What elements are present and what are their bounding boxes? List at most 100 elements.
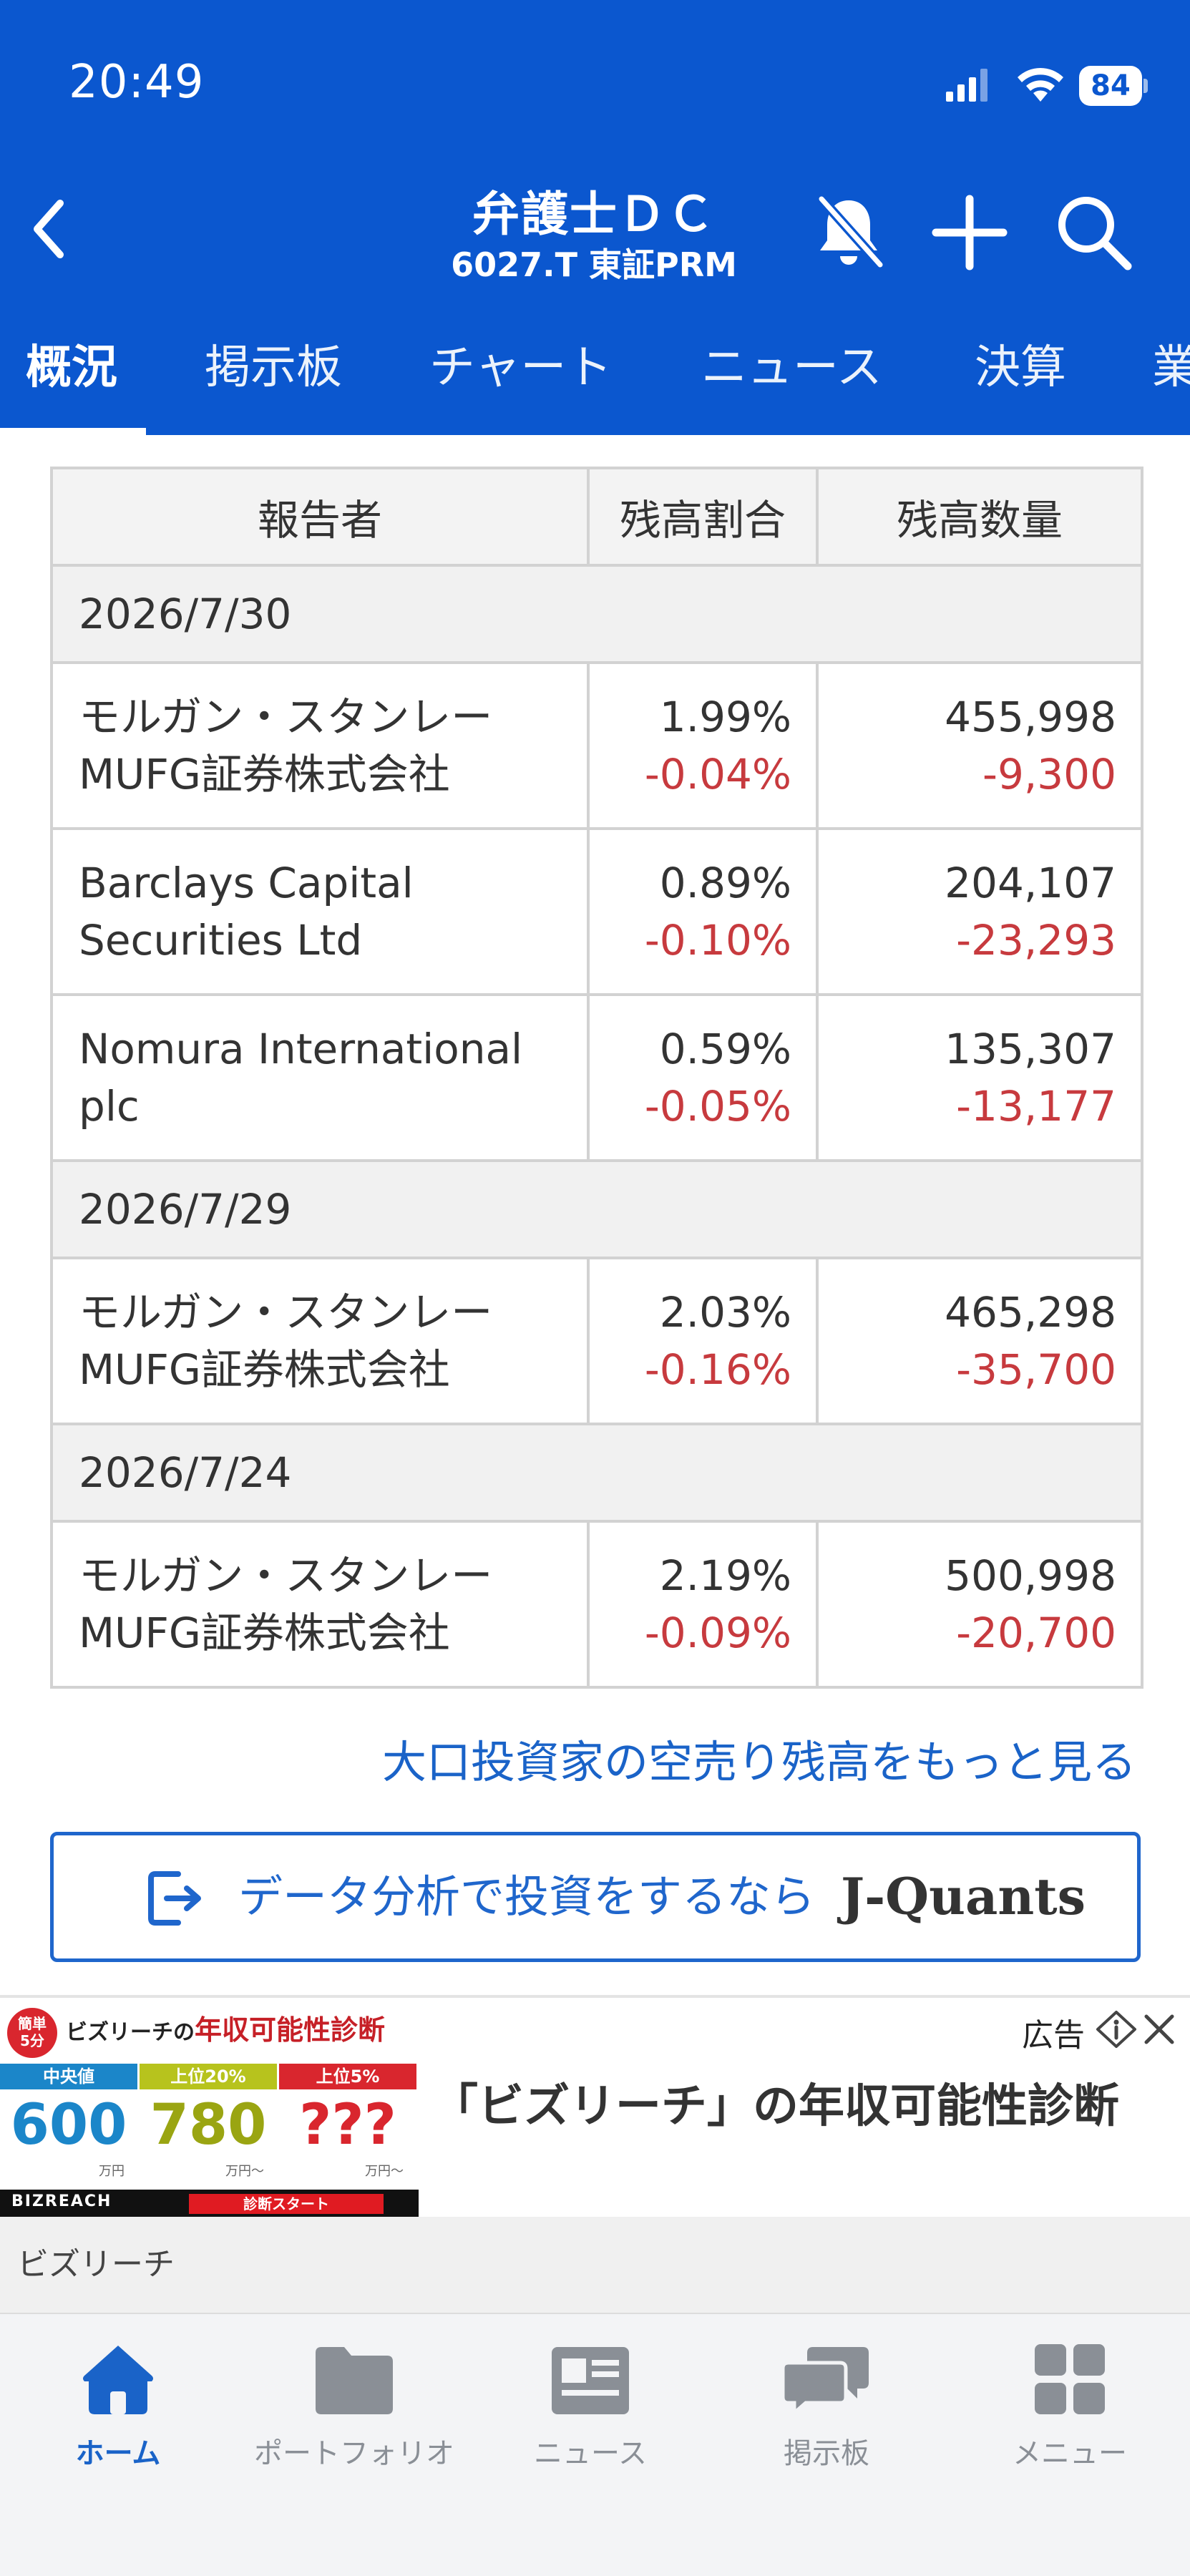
nav-portfolio[interactable]: ポートフォリオ bbox=[236, 2340, 472, 2483]
group-date: 2026/7/30 bbox=[50, 564, 1143, 664]
cellular-signal-icon bbox=[946, 69, 987, 102]
ad-image-title: ビズリーチの年収可能性診断 bbox=[66, 2008, 385, 2047]
tab-board[interactable]: 掲示板 bbox=[205, 323, 342, 435]
bottom-navigation: ホーム ポートフォリオ ニュース 掲示板 メニュー bbox=[0, 2313, 1190, 2576]
table-row: モルガン・スタンレー MUFG証券株式会社 2.19% -0.09% 500,9… bbox=[50, 1520, 1143, 1689]
nav-menu[interactable]: メニュー bbox=[952, 2340, 1188, 2483]
ad-column-unit: 万円〜 bbox=[225, 2164, 264, 2179]
jquants-logo-rest: -Quants bbox=[864, 1867, 1086, 1926]
short-selling-table: 報告者 残高割合 残高数量 2026/7/30 モルガン・スタンレー MUFG証… bbox=[50, 467, 1143, 1689]
battery-icon: 84 bbox=[1079, 66, 1148, 106]
app-header: 20:49 84 弁護士ＤＣ 6027.T 東証PRM 概況 掲示板 チャート bbox=[0, 0, 1190, 435]
close-icon[interactable] bbox=[1142, 2012, 1176, 2046]
group-date: 2026/7/24 bbox=[50, 1423, 1143, 1523]
nav-home[interactable]: ホーム bbox=[0, 2340, 236, 2483]
ad-badge-line1: 簡単 bbox=[18, 2015, 47, 2032]
ratio-change: -0.10% bbox=[644, 916, 791, 965]
tab-chart[interactable]: チャート bbox=[429, 323, 612, 435]
quantity-cell: 500,998 -20,700 bbox=[816, 1520, 1143, 1689]
ratio-cell: 2.03% -0.16% bbox=[587, 1257, 819, 1425]
ad-column-head: 上位20% bbox=[140, 2064, 277, 2089]
tab-earnings[interactable]: 決算 bbox=[975, 323, 1066, 435]
quantity-change: -35,700 bbox=[956, 1345, 1116, 1394]
ratio-cell: 0.89% -0.10% bbox=[587, 827, 819, 996]
jquants-label: データ分析で投資をするなら bbox=[238, 1870, 816, 1923]
ad-sponsor-row[interactable]: ビズリーチ bbox=[0, 2217, 1190, 2313]
tab-news[interactable]: ニュース bbox=[701, 323, 882, 435]
ratio-cell: 1.99% -0.04% bbox=[587, 661, 819, 830]
nav-label: ホーム bbox=[75, 2437, 161, 2470]
bizreach-logo: BIZREACH bbox=[11, 2192, 112, 2210]
table-row: モルガン・スタンレー MUFG証券株式会社 2.03% -0.16% 465,2… bbox=[50, 1257, 1143, 1425]
ad-column-unit: 万円 bbox=[99, 2164, 125, 2179]
date-group-row: 2026/7/30 bbox=[50, 564, 1143, 664]
home-icon bbox=[83, 2346, 153, 2414]
reporter-name-line1: Nomura International bbox=[79, 1025, 523, 1073]
ad-headline[interactable]: 「ビズリーチ」の年収可能性診断 bbox=[432, 2069, 1119, 2135]
reporter-name: モルガン・スタンレー MUFG証券株式会社 bbox=[50, 1257, 590, 1425]
ratio-value: 1.99% bbox=[659, 693, 791, 741]
grid-menu-icon bbox=[1035, 2344, 1105, 2414]
tab-more[interactable]: 業 bbox=[1152, 323, 1190, 435]
ratio-change: -0.05% bbox=[644, 1082, 791, 1131]
more-short-selling-link[interactable]: 大口投資家の空売り残高をもっと見る bbox=[372, 1726, 1136, 1790]
external-link-icon bbox=[148, 1871, 201, 1926]
ad-image[interactable]: 簡単 5分 ビズリーチの年収可能性診断 中央値 600 万円 上位20% 780… bbox=[0, 1998, 419, 2217]
add-plus-icon[interactable] bbox=[930, 193, 1009, 272]
ratio-cell: 2.19% -0.09% bbox=[587, 1520, 819, 1689]
quantity-cell: 204,107 -23,293 bbox=[816, 827, 1143, 996]
date-group-row: 2026/7/24 bbox=[50, 1423, 1143, 1523]
reporter-name-line2: plc bbox=[79, 1082, 140, 1131]
ad-column-unit: 万円〜 bbox=[365, 2164, 404, 2179]
quantity-cell: 465,298 -35,700 bbox=[816, 1257, 1143, 1425]
quantity-change: -20,700 bbox=[956, 1609, 1116, 1657]
back-arrow-icon[interactable] bbox=[21, 193, 79, 265]
ratio-change: -0.16% bbox=[644, 1345, 791, 1394]
ad-image-footer: BIZREACH 診断スタート bbox=[0, 2190, 419, 2217]
ad-column-value: 780 bbox=[150, 2093, 267, 2157]
nav-board[interactable]: 掲示板 bbox=[708, 2340, 945, 2483]
quantity-change: -9,300 bbox=[982, 750, 1116, 799]
quantity-change: -13,177 bbox=[956, 1082, 1116, 1131]
ad-label: 広告 bbox=[1022, 2017, 1085, 2054]
ad-column-top5: 上位5% ??? 万円〜 bbox=[279, 2064, 419, 2190]
quantity-value: 500,998 bbox=[945, 1551, 1116, 1600]
table-header-row: 報告者 残高割合 残高数量 bbox=[50, 467, 1143, 567]
header-reporter: 報告者 bbox=[50, 467, 590, 567]
jquants-logo: J-Quants bbox=[841, 1835, 1086, 1958]
reporter-name-line1: モルガン・スタンレー bbox=[79, 1288, 493, 1337]
ad-banner[interactable]: 簡単 5分 ビズリーチの年収可能性診断 中央値 600 万円 上位20% 780… bbox=[0, 1995, 1190, 2217]
battery-level: 84 bbox=[1091, 69, 1131, 102]
tab-bar: 概況 掲示板 チャート ニュース 決算 業 bbox=[0, 323, 1190, 435]
reporter-name-line1: Barclays Capital bbox=[79, 859, 414, 907]
ad-info-icon[interactable] bbox=[1095, 2009, 1138, 2049]
ad-badge: 簡単 5分 bbox=[7, 2008, 57, 2058]
ad-sponsor: ビズリーチ bbox=[17, 2246, 175, 2283]
nav-label: ニュース bbox=[534, 2437, 647, 2470]
reporter-name-line1: モルガン・スタンレー bbox=[79, 1551, 493, 1600]
search-icon[interactable] bbox=[1052, 190, 1135, 273]
reporter-name: モルガン・スタンレー MUFG証券株式会社 bbox=[50, 661, 590, 830]
table-row: Barclays Capital Securities Ltd 0.89% -0… bbox=[50, 827, 1143, 996]
ad-badge-line2: 5分 bbox=[20, 2032, 44, 2049]
ad-title-highlight: 年収可能性診断 bbox=[195, 2014, 386, 2046]
ad-column-value: ??? bbox=[299, 2093, 396, 2157]
chat-icon bbox=[781, 2347, 869, 2417]
reporter-name-line2: MUFG証券株式会社 bbox=[79, 1345, 450, 1394]
quantity-value: 204,107 bbox=[945, 859, 1116, 907]
jquants-logo-j: J bbox=[841, 1867, 865, 1926]
nav-news[interactable]: ニュース bbox=[472, 2340, 708, 2483]
tab-overview[interactable]: 概況 bbox=[26, 323, 117, 435]
quantity-change: -23,293 bbox=[956, 916, 1116, 965]
ad-title-prefix: ビズリーチの bbox=[66, 2020, 195, 2045]
ad-cta-button[interactable]: 診断スタート bbox=[189, 2194, 384, 2214]
jquants-button[interactable]: データ分析で投資をするなら J-Quants bbox=[50, 1832, 1141, 1962]
nav-label: ポートフォリオ bbox=[254, 2437, 454, 2470]
ad-column-value: 600 bbox=[10, 2093, 127, 2157]
bell-off-icon[interactable] bbox=[806, 193, 892, 272]
reporter-name-line1: モルガン・スタンレー bbox=[79, 693, 493, 741]
header-ratio: 残高割合 bbox=[587, 467, 819, 567]
ratio-change: -0.09% bbox=[644, 1609, 791, 1657]
ad-column-top20: 上位20% 780 万円〜 bbox=[140, 2064, 279, 2190]
folder-icon bbox=[316, 2347, 393, 2414]
